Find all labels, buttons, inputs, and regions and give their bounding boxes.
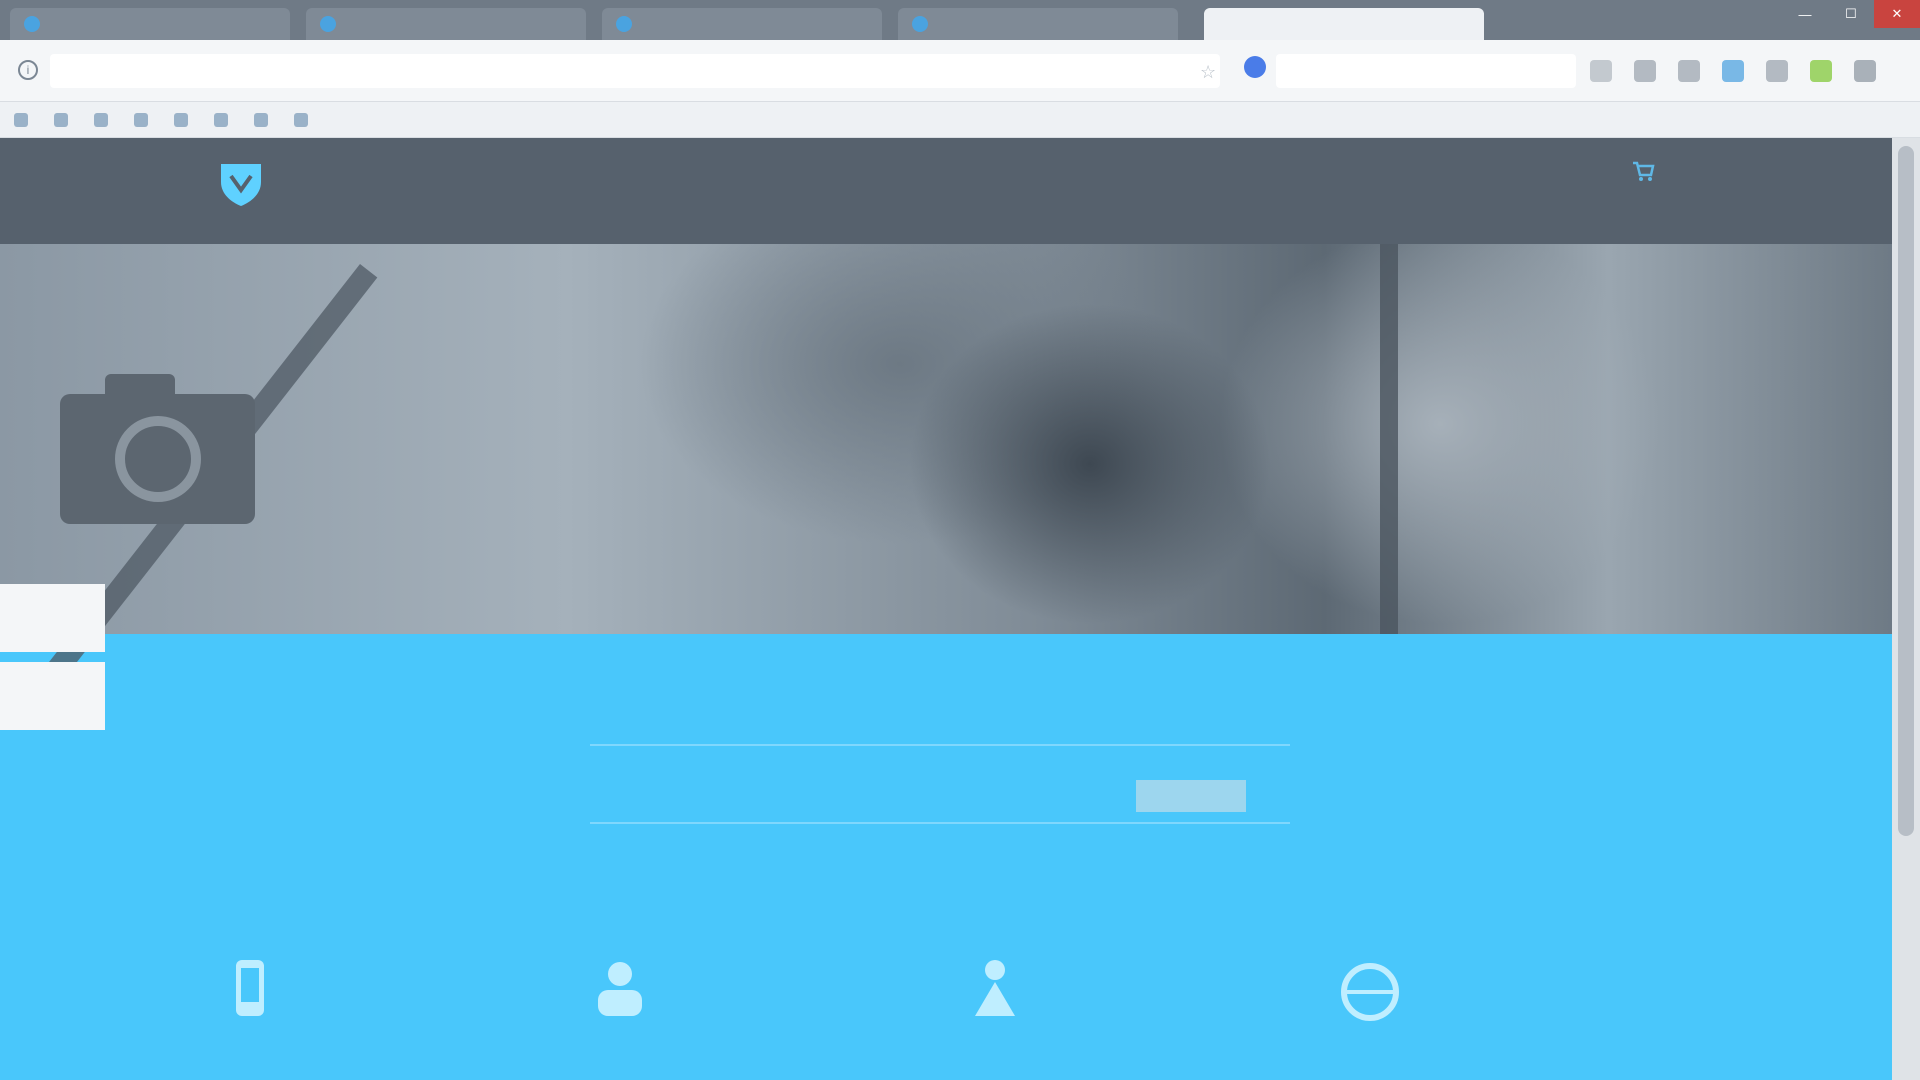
- globe-icon: [1341, 963, 1399, 1021]
- phone-icon: [236, 960, 264, 1016]
- browser-tab[interactable]: [10, 8, 290, 40]
- search-engine-icon[interactable]: [1244, 56, 1266, 78]
- browser-tab[interactable]: [602, 8, 882, 40]
- bookmark-favicon-icon: [14, 112, 28, 127]
- tab-favicon-icon: [320, 16, 336, 32]
- bookmark-item[interactable]: [294, 112, 316, 127]
- close-icon[interactable]: ✕: [1874, 0, 1920, 28]
- cart-icon[interactable]: [1630, 158, 1656, 184]
- bookmark-item[interactable]: [94, 112, 116, 127]
- toolbar-icons: [1590, 60, 1876, 82]
- menu-icon[interactable]: [1854, 60, 1876, 82]
- bookmark-item[interactable]: [254, 112, 276, 127]
- bookmark-star-icon[interactable]: ☆: [1200, 62, 1216, 83]
- page-scrollbar[interactable]: [1892, 138, 1920, 1080]
- person-icon: [975, 960, 1015, 1016]
- tab-favicon-icon: [912, 16, 928, 32]
- scrollbar-thumb[interactable]: [1898, 146, 1914, 836]
- browser-tab[interactable]: [306, 8, 586, 40]
- camera-lens: [115, 416, 201, 502]
- bookmarks-bar: [0, 102, 1920, 138]
- hero-background-image: [1380, 244, 1398, 634]
- divider: [590, 822, 1290, 824]
- bookmark-favicon-icon: [254, 112, 268, 127]
- page-viewport: [0, 138, 1892, 1080]
- browser-tab[interactable]: [898, 8, 1178, 40]
- browser-title-bar: — ☐ ✕: [0, 0, 1920, 40]
- home-icon[interactable]: [1634, 60, 1656, 82]
- bookmark-favicon-icon: [134, 112, 148, 127]
- bookmark-item[interactable]: [214, 112, 236, 127]
- bookmark-item[interactable]: [134, 112, 156, 127]
- divider: [590, 744, 1290, 746]
- browser-toolbar: i ☆: [0, 40, 1920, 102]
- browser-tab-active[interactable]: [1204, 8, 1484, 40]
- address-bar[interactable]: [50, 54, 1220, 88]
- hero-banner: [0, 244, 1892, 730]
- window-controls: — ☐ ✕: [1782, 0, 1920, 28]
- subscribe-input[interactable]: [626, 776, 1116, 802]
- subscribe-button[interactable]: [1136, 780, 1246, 812]
- bookmark-favicon-icon: [294, 112, 308, 127]
- bookmark-favicon-icon: [174, 112, 188, 127]
- bookmark-favicon-icon: [54, 112, 68, 127]
- bookmark-item[interactable]: [14, 112, 36, 127]
- bookmark-item[interactable]: [54, 112, 76, 127]
- download-icon[interactable]: [1590, 60, 1612, 82]
- addon-icon[interactable]: [1810, 60, 1832, 82]
- extension-icon[interactable]: [1722, 60, 1744, 82]
- minimize-icon[interactable]: —: [1782, 0, 1828, 28]
- user-group-icon: [598, 962, 642, 1016]
- site-info-icon[interactable]: i: [18, 60, 38, 80]
- maximize-icon[interactable]: ☐: [1828, 0, 1874, 28]
- site-header: [0, 138, 1892, 244]
- bookmark-favicon-icon: [214, 112, 228, 127]
- browser-search-field[interactable]: [1276, 54, 1576, 88]
- shield-logo-icon: [221, 164, 261, 206]
- bookmark-favicon-icon: [94, 112, 108, 127]
- camera-hump: [105, 374, 175, 398]
- site-logo[interactable]: [210, 158, 266, 208]
- subscribe-section: [0, 634, 1892, 1080]
- camera-icon: [60, 374, 255, 524]
- tab-favicon-icon: [616, 16, 632, 32]
- share-icon[interactable]: [1766, 60, 1788, 82]
- history-icon[interactable]: [1678, 60, 1700, 82]
- tab-favicon-icon: [24, 16, 40, 32]
- bookmark-item[interactable]: [174, 112, 196, 127]
